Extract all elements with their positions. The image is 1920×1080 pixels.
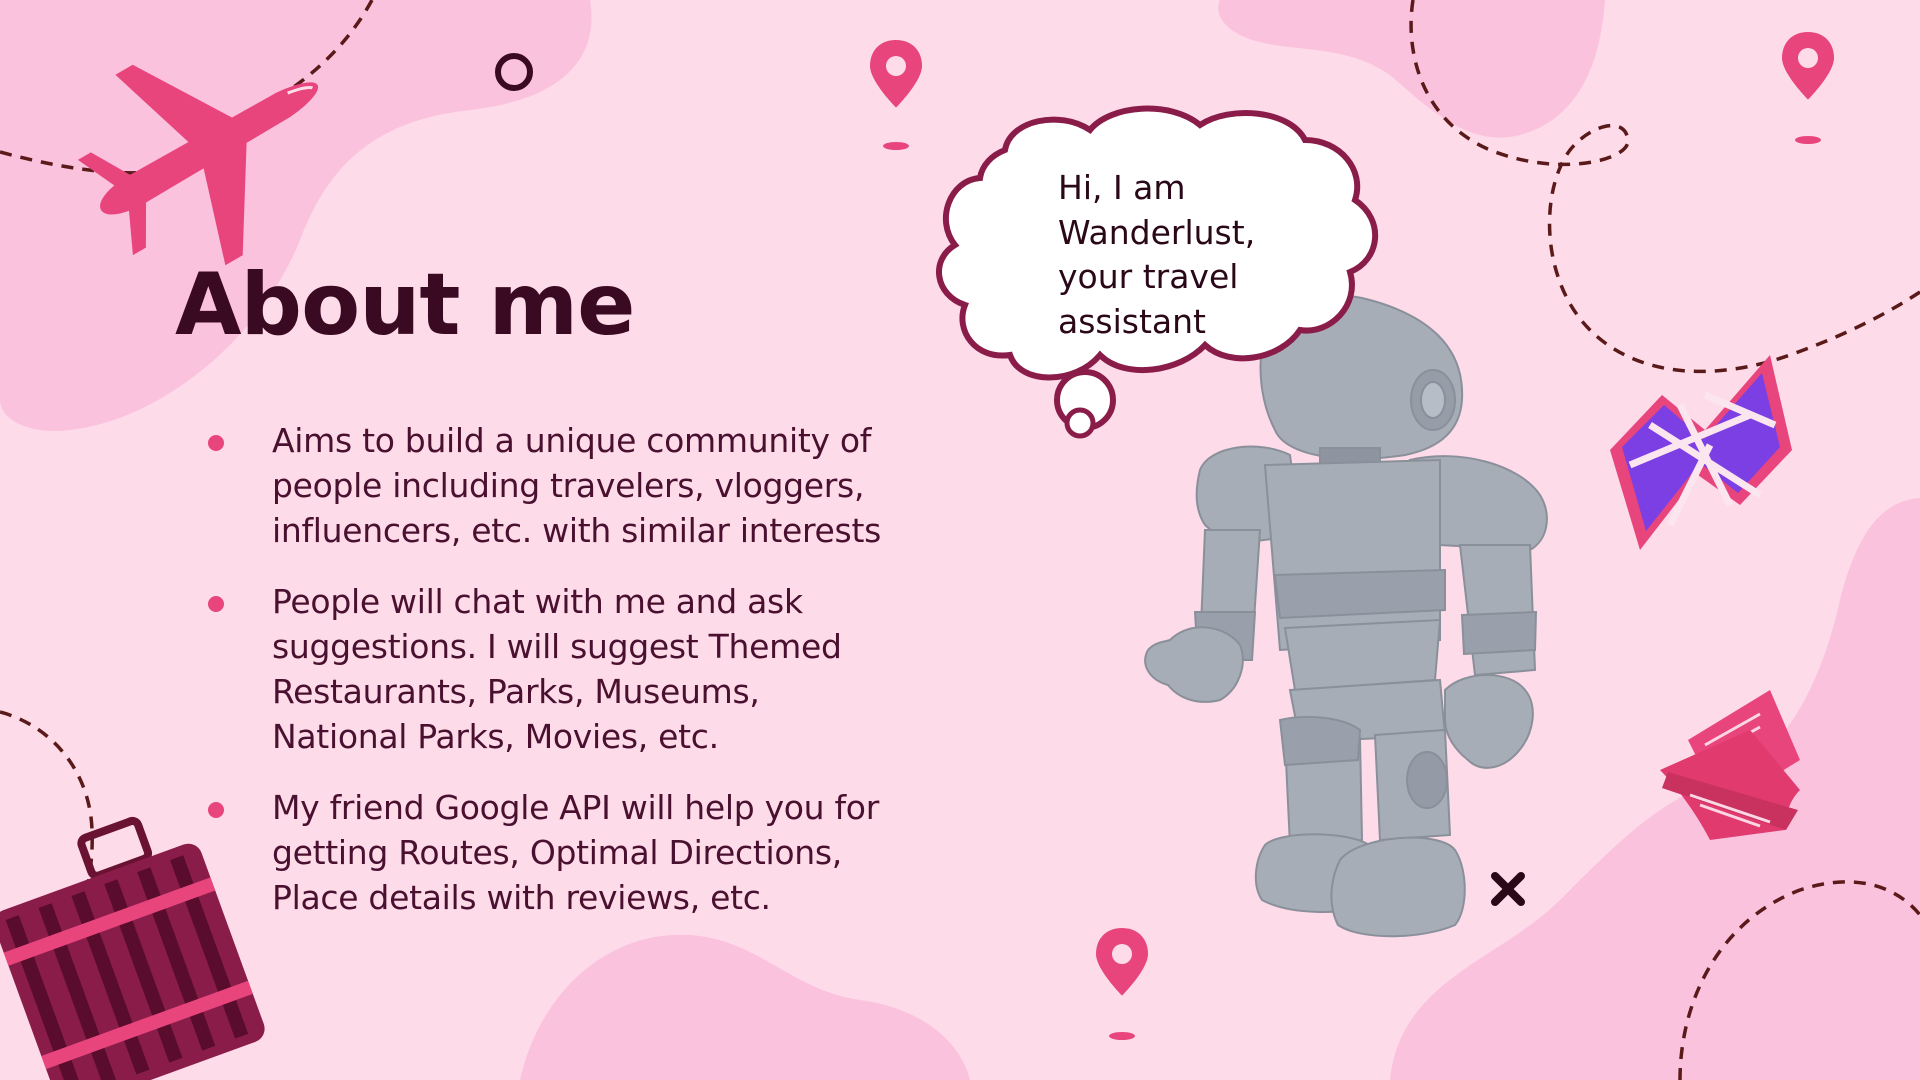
robot-illustration: [1144, 294, 1548, 938]
bullet-text: People will chat with me and ask suggest…: [272, 582, 842, 756]
list-item: People will chat with me and ask suggest…: [205, 579, 975, 759]
bullet-dot: [208, 435, 224, 451]
map-pin-icon: [870, 40, 922, 150]
map-pin-icon: [1782, 32, 1834, 144]
slide-title: About me: [175, 255, 635, 355]
list-item: My friend Google API will help you for g…: [205, 785, 975, 920]
folded-map-icon: [1610, 355, 1792, 550]
bullet-dot: [208, 596, 224, 612]
bullet-list: Aims to build a unique community of peop…: [205, 418, 975, 946]
blob-bottom-center: [520, 934, 970, 1080]
map-pin-icon: [1096, 928, 1148, 1040]
list-item: Aims to build a unique community of peop…: [205, 418, 975, 553]
x-mark-icon: [1491, 872, 1525, 906]
bullet-dot: [208, 802, 224, 818]
bullet-text: Aims to build a unique community of peop…: [272, 421, 881, 550]
bullet-text: My friend Google API will help you for g…: [272, 788, 879, 917]
slide: About me Aims to build a unique communit…: [0, 0, 1920, 1080]
speech-bubble-text: Hi, I am Wanderlust, your travel assista…: [1058, 168, 1256, 341]
